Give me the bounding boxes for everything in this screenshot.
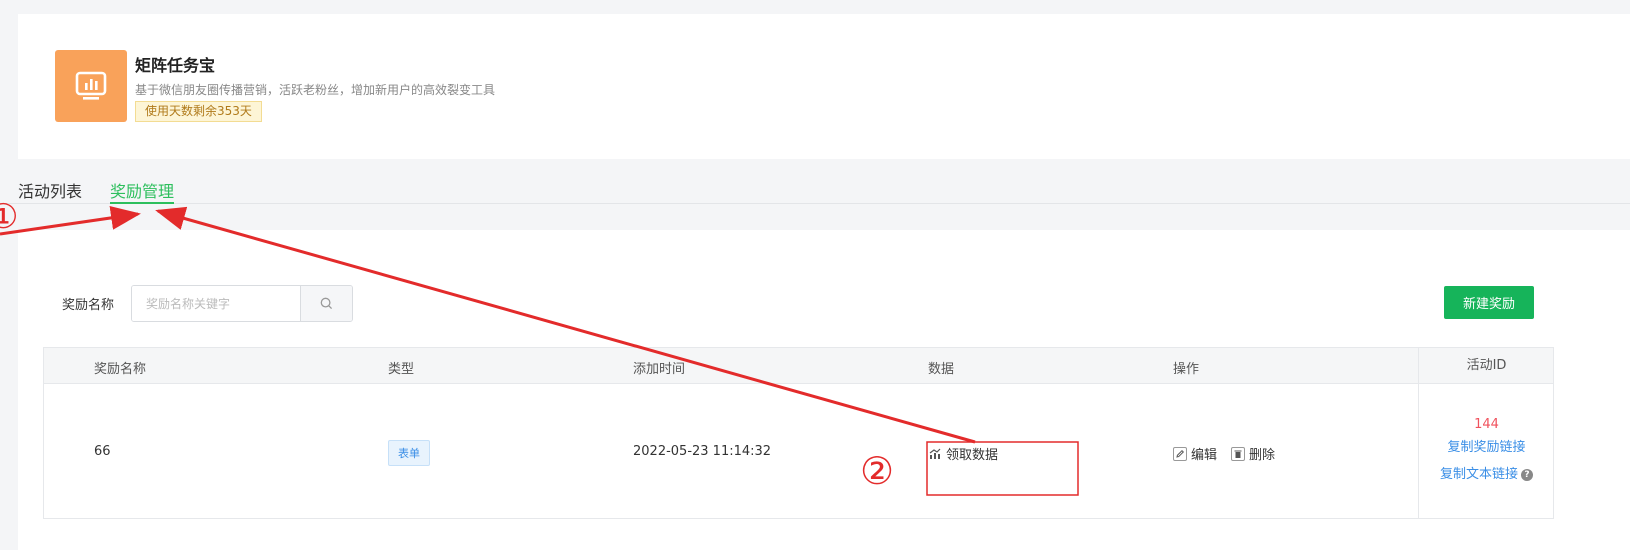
edit-button[interactable]: 编辑 [1173, 444, 1217, 463]
edit-icon [1173, 446, 1187, 461]
column-header-actions: 操作 [1173, 362, 1200, 377]
table-header: 奖励名称 类型 添加时间 数据 操作 活动ID [44, 348, 1553, 384]
bar-chart-board-icon [75, 71, 107, 100]
app-title: 矩阵任务宝 [135, 56, 216, 75]
column-header-data: 数据 [928, 362, 955, 377]
search-button[interactable] [300, 286, 352, 321]
type-tag: 表单 [388, 440, 430, 466]
reward-name-cell: 66 [94, 444, 111, 459]
app-description: 基于微信朋友圈传播营销，活跃老粉丝，增加新用户的高效裂变工具 [135, 83, 496, 97]
column-header-type: 类型 [388, 362, 415, 377]
data-chart-icon [929, 448, 941, 459]
claim-data-link[interactable]: 领取数据 [928, 444, 998, 463]
column-header-name: 奖励名称 [94, 362, 147, 377]
added-time-cell: 2022-05-23 11:14:32 [633, 444, 772, 459]
search-icon [320, 297, 333, 310]
copy-text-link-row: 复制文本链接? [1419, 463, 1554, 482]
help-icon[interactable]: ? [1521, 468, 1533, 481]
delete-label: 删除 [1249, 448, 1276, 463]
delete-button[interactable]: 删除 [1231, 444, 1275, 463]
trash-icon [1231, 446, 1245, 461]
search-label: 奖励名称 [62, 298, 115, 313]
reward-management-panel: 奖励名称 新建奖励 奖励名称 类型 添加时间 数据 操作 活动ID 66 表单 … [18, 230, 1630, 550]
column-header-activity-id: 活动ID [1418, 348, 1554, 384]
app-logo [55, 50, 127, 122]
remaining-days-badge: 使用天数剩余353天 [135, 101, 262, 122]
activity-id-cell: 144 复制奖励链接 复制文本链接? [1418, 384, 1554, 518]
new-reward-button[interactable]: 新建奖励 [1444, 286, 1534, 319]
copy-text-link[interactable]: 复制文本链接 [1440, 467, 1518, 482]
claim-data-label: 领取数据 [946, 448, 999, 463]
reward-table: 奖励名称 类型 添加时间 数据 操作 活动ID 66 表单 2022-05-23… [43, 347, 1554, 519]
tab-activity-list[interactable]: 活动列表 [18, 178, 82, 204]
tab-reward-management[interactable]: 奖励管理 [110, 178, 175, 204]
activity-id-value: 144 [1474, 417, 1499, 432]
table-row: 66 表单 2022-05-23 11:14:32 领取数据 编辑 删除 144… [44, 384, 1553, 518]
tab-bar: 活动列表 奖励管理 [0, 162, 1630, 204]
copy-reward-link[interactable]: 复制奖励链接 [1419, 436, 1554, 455]
search-box [131, 285, 353, 322]
app-info-card: 矩阵任务宝 基于微信朋友圈传播营销，活跃老粉丝，增加新用户的高效裂变工具 使用天… [18, 14, 1630, 159]
search-input[interactable] [132, 286, 300, 321]
column-header-added-time: 添加时间 [633, 362, 686, 377]
edit-label: 编辑 [1191, 448, 1218, 463]
